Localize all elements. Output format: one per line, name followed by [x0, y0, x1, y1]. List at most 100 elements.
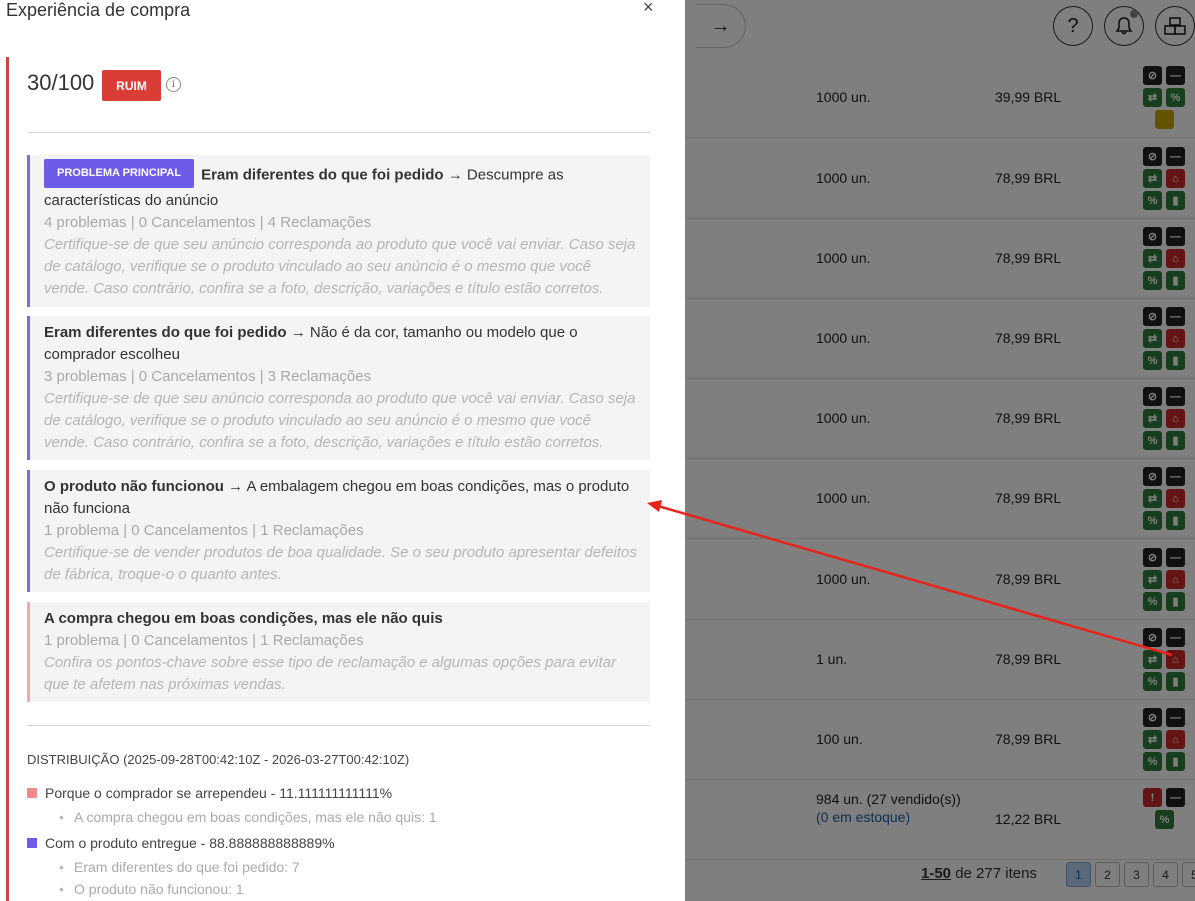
- stock-quantity: 1000 un.: [816, 571, 871, 587]
- status-icon[interactable]: [1155, 110, 1174, 129]
- search-submit-button[interactable]: →: [696, 4, 746, 48]
- stock-quantity: 1000 un.: [816, 330, 871, 346]
- minus-icon[interactable]: —: [1166, 548, 1185, 567]
- table-row[interactable]: 984 un. (27 vendido(s)) (0 em estoque) 12,…: [685, 780, 1195, 860]
- pagination-range[interactable]: 1-50: [921, 865, 951, 882]
- page-button[interactable]: 3: [1124, 862, 1149, 887]
- price: 78,99 BRL: [995, 490, 1062, 506]
- unlink-icon[interactable]: ⊘: [1143, 628, 1162, 647]
- thermo-icon[interactable]: ▮: [1166, 511, 1185, 530]
- page-button[interactable]: 2: [1095, 862, 1120, 887]
- distribution-item: O produto não funcionou: 1: [59, 881, 244, 897]
- close-icon[interactable]: ×: [643, 0, 654, 18]
- info-icon[interactable]: i: [166, 77, 181, 92]
- minus-icon[interactable]: —: [1166, 708, 1185, 727]
- thermo-icon[interactable]: ▮: [1166, 592, 1185, 611]
- unlink-icon[interactable]: ⊘: [1143, 548, 1162, 567]
- thermo-icon[interactable]: ▮: [1166, 271, 1185, 290]
- percent-icon[interactable]: %: [1143, 752, 1162, 771]
- minus-icon[interactable]: —: [1166, 66, 1185, 85]
- basket-icon[interactable]: ⌂: [1166, 409, 1185, 428]
- sync-icon[interactable]: ⇄: [1143, 249, 1162, 268]
- unlink-icon[interactable]: ⊘: [1143, 227, 1162, 246]
- basket-icon[interactable]: ⌂: [1166, 650, 1185, 669]
- table-row[interactable]: 1000 un. 78,99 BRL ⊘ — ⇄ ⌂% ▮: [685, 379, 1195, 459]
- percent-icon[interactable]: %: [1143, 271, 1162, 290]
- problem-title: Eram diferentes do que foi pedido → Não …: [44, 322, 638, 366]
- page-button[interactable]: 5: [1182, 862, 1195, 887]
- sync-icon[interactable]: ⇄: [1143, 730, 1162, 749]
- basket-icon[interactable]: ⌂: [1166, 489, 1185, 508]
- percent-icon[interactable]: %: [1143, 191, 1162, 210]
- table-row[interactable]: 1 un. 78,99 BRL ⊘ — ⇄ ⌂% ▮: [685, 620, 1195, 700]
- page-button[interactable]: 1: [1066, 862, 1091, 887]
- basket-icon[interactable]: ⌂: [1166, 730, 1185, 749]
- unlink-icon[interactable]: ⊘: [1143, 708, 1162, 727]
- percent-icon[interactable]: %: [1155, 810, 1174, 829]
- minus-icon[interactable]: —: [1166, 467, 1185, 486]
- unlink-icon[interactable]: ⊘: [1143, 467, 1162, 486]
- legend-swatch: [27, 788, 37, 798]
- sync-icon[interactable]: ⇄: [1143, 650, 1162, 669]
- thermo-icon[interactable]: ▮: [1166, 431, 1185, 450]
- table-row[interactable]: 1000 un. 78,99 BRL ⊘ — ⇄ ⌂% ▮: [685, 299, 1195, 379]
- alert-icon[interactable]: !: [1143, 788, 1162, 807]
- minus-icon[interactable]: —: [1166, 788, 1185, 807]
- minus-icon[interactable]: —: [1166, 387, 1185, 406]
- percent-icon[interactable]: %: [1143, 672, 1162, 691]
- problem-title: O produto não funcionou → A embalagem ch…: [44, 476, 638, 520]
- score-value: 30/100: [27, 70, 95, 95]
- sync-icon[interactable]: ⇄: [1143, 409, 1162, 428]
- percent-icon[interactable]: %: [1143, 511, 1162, 530]
- unlink-icon[interactable]: ⊘: [1143, 307, 1162, 326]
- apps-button[interactable]: [1155, 6, 1195, 46]
- table-row[interactable]: 1000 un. 78,99 BRL ⊘ — ⇄ ⌂% ▮: [685, 219, 1195, 299]
- sync-icon[interactable]: ⇄: [1143, 169, 1162, 188]
- minus-icon[interactable]: —: [1166, 227, 1185, 246]
- sync-icon[interactable]: ⇄: [1143, 489, 1162, 508]
- table-row[interactable]: 1000 un. 78,99 BRL ⊘ — ⇄ ⌂% ▮: [685, 540, 1195, 620]
- help-button[interactable]: ?: [1053, 6, 1093, 46]
- table-row[interactable]: 1000 un. 78,99 BRL ⊘ — ⇄ ⌂% ▮: [685, 459, 1195, 539]
- thermo-icon[interactable]: ▮: [1166, 191, 1185, 210]
- question-icon: ?: [1067, 14, 1079, 37]
- table-row[interactable]: 1000 un. 78,99 BRL ⊘ — ⇄ ⌂% ▮: [685, 139, 1195, 219]
- unlink-icon[interactable]: ⊘: [1143, 147, 1162, 166]
- pagination-summary: 1-50 de 277 itens: [921, 865, 1037, 882]
- stock-link[interactable]: (0 em estoque): [816, 809, 910, 825]
- page-button[interactable]: 4: [1153, 862, 1178, 887]
- unlink-icon[interactable]: ⊘: [1143, 387, 1162, 406]
- problem-title: A compra chegou em boas condições, mas e…: [44, 608, 638, 630]
- problem-tip: Certifique-se de que seu anúncio corresp…: [44, 236, 636, 297]
- primary-problem-tag: PROBLEMA PRINCIPAL: [44, 159, 195, 188]
- basket-icon[interactable]: ⌂: [1166, 570, 1185, 589]
- sync-icon[interactable]: ⇄: [1143, 88, 1162, 107]
- thermo-icon[interactable]: ▮: [1166, 351, 1185, 370]
- minus-icon[interactable]: —: [1166, 147, 1185, 166]
- notifications-button[interactable]: [1104, 6, 1144, 46]
- percent-icon[interactable]: %: [1143, 431, 1162, 450]
- minus-icon[interactable]: —: [1166, 628, 1185, 647]
- table-row[interactable]: 1000 un. 39,99 BRL ⊘ — ⇄%: [685, 58, 1195, 138]
- basket-icon[interactable]: ⌂: [1166, 329, 1185, 348]
- basket-icon[interactable]: ⌂: [1166, 169, 1185, 188]
- thermo-icon[interactable]: ▮: [1166, 752, 1185, 771]
- price: 78,99 BRL: [995, 330, 1062, 346]
- sync-icon[interactable]: ⇄: [1143, 329, 1162, 348]
- problem-title-bold: O produto não funcionou: [44, 478, 224, 495]
- price: 78,99 BRL: [995, 250, 1062, 266]
- minus-icon[interactable]: —: [1166, 307, 1185, 326]
- percent-icon[interactable]: %: [1143, 592, 1162, 611]
- percent-icon[interactable]: %: [1166, 88, 1185, 107]
- thermo-icon[interactable]: ▮: [1166, 672, 1185, 691]
- percent-icon[interactable]: %: [1143, 351, 1162, 370]
- price: 78,99 BRL: [995, 410, 1062, 426]
- sync-icon[interactable]: ⇄: [1143, 570, 1162, 589]
- basket-icon[interactable]: ⌂: [1166, 249, 1185, 268]
- unlink-icon[interactable]: ⊘: [1143, 66, 1162, 85]
- purchase-experience-drawer: Experiência de compra × 30/100 RUIM i PR…: [0, 0, 685, 901]
- legend-swatch: [27, 838, 37, 848]
- problem-stats: 3 problemas | 0 Cancelamentos | 3 Reclam…: [44, 368, 372, 385]
- table-row[interactable]: 100 un. 78,99 BRL ⊘ — ⇄ ⌂% ▮: [685, 700, 1195, 780]
- divider: [27, 725, 650, 726]
